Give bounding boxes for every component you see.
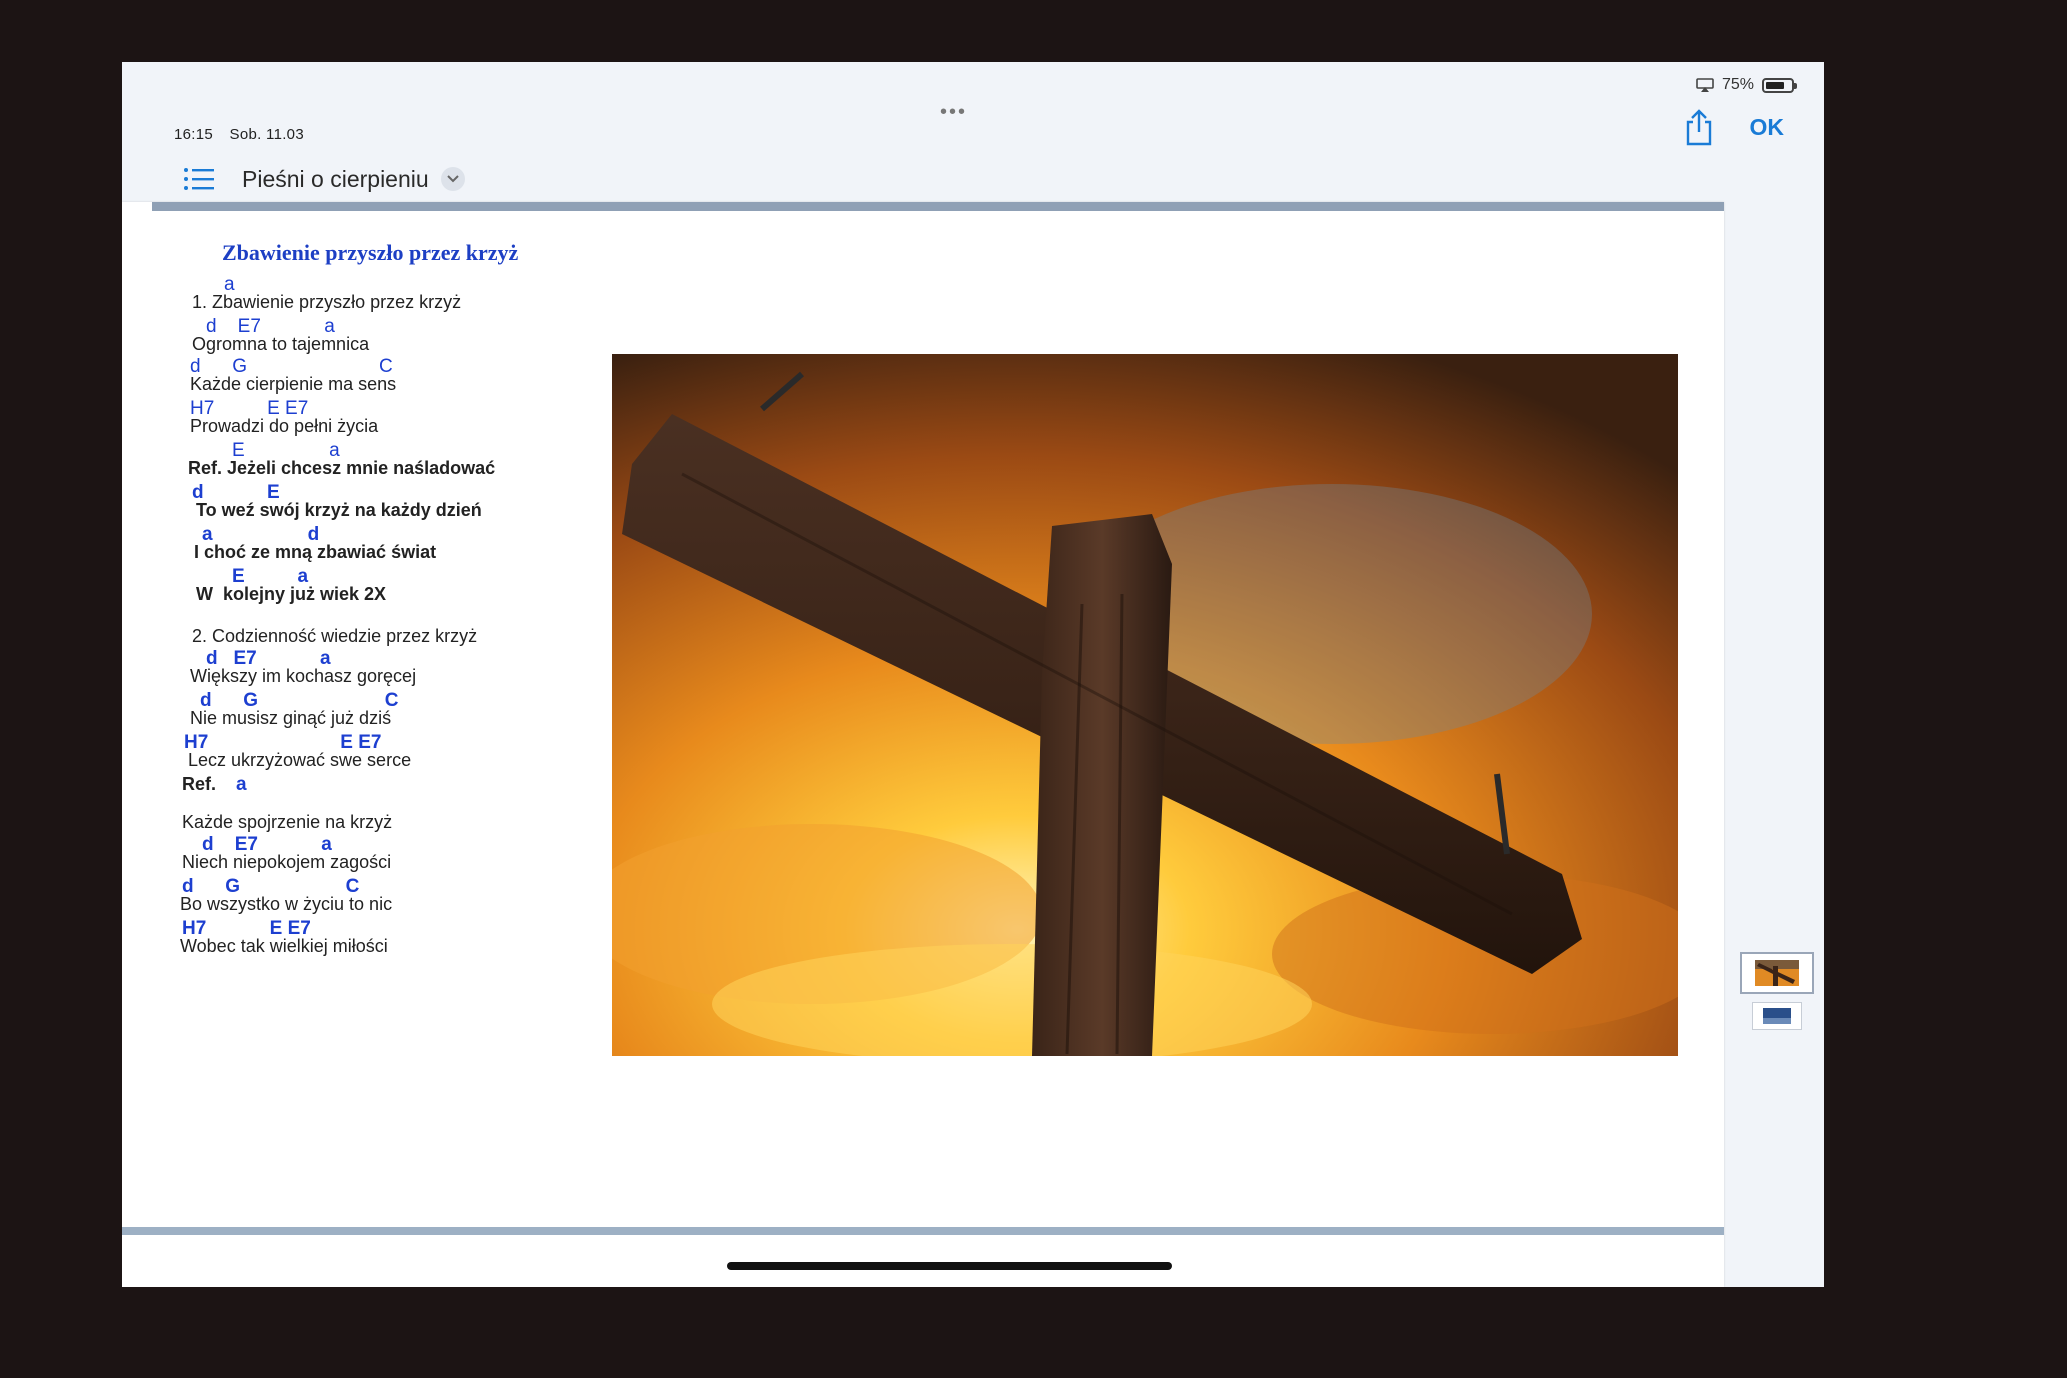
battery-percent: 75% [1721,76,1754,93]
lyric-line: Wobec tak wielkiej miłości [180,936,388,956]
title-menu-button[interactable] [440,167,465,191]
chevron-down-icon [446,175,459,183]
document-title[interactable]: Pieśni o cierpieniu [242,166,429,193]
lyric-line: Niech niepokojem zagości [182,852,392,872]
page-top-band [152,202,1724,211]
thumbnail-page-1[interactable] [1740,952,1814,994]
lyric-line: I choć ze mną zbawiać świat [194,542,437,562]
page-bottom-band [122,1227,1724,1235]
cross-image [612,354,1678,1056]
share-icon [1686,109,1711,146]
song-title: Zbawienie przyszło przez krzyż [222,240,519,265]
status-time: 16:15 [174,126,214,143]
ipad-screen: 16:15 Sob. 11.03 ••• 75% OK Pieśni o cie… [122,62,1824,1287]
lyric-line: Każde cierpienie ma sens [190,374,397,394]
multitasking-dots[interactable]: ••• [940,102,967,122]
home-indicator[interactable] [727,1262,1172,1270]
lyric-line: Każde spojrzenie na krzyż [182,812,393,832]
lyric-line: Ref. Jeżeli chcesz mnie naśladować [188,458,496,478]
lyric-line: Większy im kochasz goręcej [190,666,417,686]
page-thumbnails [1740,952,1814,1030]
thumbnail-image [1763,1008,1791,1024]
lyric-line: To weź swój krzyż na każdy dzień [196,500,482,520]
status-date: Sob. 11.03 [229,126,304,143]
lyric-line: 1. Zbawienie przyszło przez krzyż [192,292,462,312]
lyric-line: Nie musisz ginąć już dziś [190,708,392,728]
status-bar-left: 16:15 Sob. 11.03 [174,126,316,143]
battery-fill [1766,81,1784,89]
ok-button[interactable]: OK [1750,114,1785,141]
thumbnail-page-2[interactable] [1752,1002,1802,1030]
ref-line: Ref. a [182,774,247,796]
share-button[interactable] [1684,108,1714,146]
battery-icon [1762,77,1797,93]
lyric-line: Prowadzi do pełni życia [190,416,379,436]
lyric-line: Bo wszystko w życiu to nic [180,894,393,914]
airplay-icon [1696,78,1714,92]
lyric-line: W kolejny już wiek 2X [196,584,387,604]
document-nav: Pieśni o cierpieniu [182,165,465,193]
document-page[interactable]: Zbawienie przyszło przez krzyż a 1. Zbawi… [122,202,1724,1287]
lyric-line: Ogromna to tajemnica [192,334,370,354]
ref-label: Ref. [182,774,217,794]
chord: a [236,774,247,795]
lyric-line: 2. Codzienność wiedzie przez krzyż [192,626,478,646]
thumbnail-cross-image [1755,960,1799,986]
status-bar-right: 75% [1696,76,1797,94]
toolbar-actions: OK [1684,108,1785,146]
list-icon[interactable] [182,165,216,193]
cross-photo [612,354,1678,1056]
lyric-line: Lecz ukrzyżować swe serce [188,750,412,770]
